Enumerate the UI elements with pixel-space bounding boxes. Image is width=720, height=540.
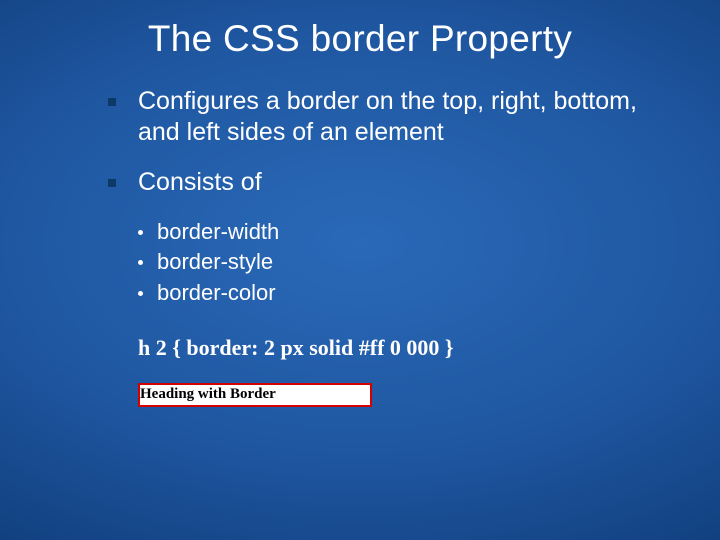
- sub-bullet-text: border-style: [157, 248, 273, 277]
- css-code-example: h 2 { border: 2 px solid #ff 0 000 }: [138, 335, 660, 361]
- sub-bullet-text: border-width: [157, 218, 279, 247]
- square-bullet-icon: [108, 98, 116, 106]
- bullet-level2: border-width: [138, 218, 660, 247]
- slide-title: The CSS border Property: [40, 18, 680, 60]
- sub-bullet-text: border-color: [157, 279, 276, 308]
- dot-bullet-icon: [138, 260, 143, 265]
- slide-body: Configures a border on the top, right, b…: [108, 86, 660, 407]
- square-bullet-icon: [108, 179, 116, 187]
- bullet-text: Configures a border on the top, right, b…: [138, 86, 660, 147]
- bullet-level2: border-style: [138, 248, 660, 277]
- slide: The CSS border Property Configures a bor…: [0, 0, 720, 540]
- sub-bullet-group: border-width border-style border-color: [138, 218, 660, 308]
- bullet-level1: Configures a border on the top, right, b…: [108, 86, 660, 147]
- dot-bullet-icon: [138, 291, 143, 296]
- rendered-heading-example: Heading with Border: [138, 383, 372, 407]
- bullet-level2: border-color: [138, 279, 660, 308]
- rendered-example-wrap: Heading with Border: [138, 383, 660, 407]
- bullet-text: Consists of: [138, 167, 262, 198]
- bullet-level1: Consists of: [108, 167, 660, 198]
- dot-bullet-icon: [138, 230, 143, 235]
